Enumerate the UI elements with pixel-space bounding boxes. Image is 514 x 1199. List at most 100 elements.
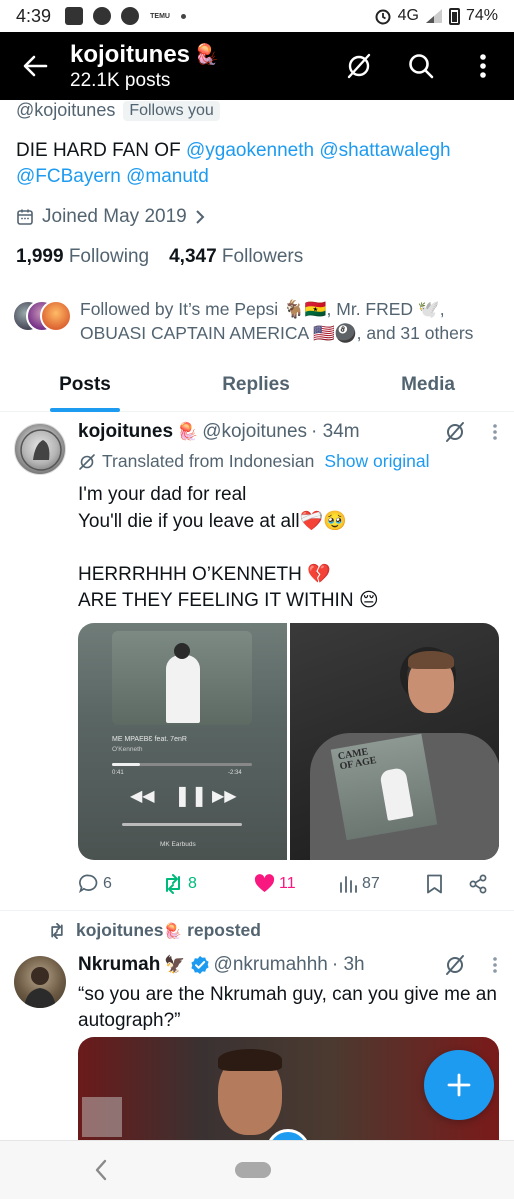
search-button[interactable] <box>390 32 452 100</box>
chevron-left-icon <box>95 1159 107 1181</box>
arrow-left-icon <box>23 55 48 77</box>
grok-icon[interactable] <box>444 954 466 976</box>
followers-link[interactable]: 4,347 Followers <box>169 246 303 268</box>
avatar <box>40 300 72 332</box>
followed-by-row[interactable]: Followed by It’s me Pepsi 🐐🇬🇭, Mr. FRED … <box>12 297 502 345</box>
verified-badge-icon <box>190 956 209 974</box>
header-name: kojoitunes <box>70 41 191 68</box>
track-artist: O'Kenneth <box>112 746 143 753</box>
header-posts-count: 22.1K posts <box>70 70 171 91</box>
views-chart-icon <box>340 875 357 893</box>
repost-count: 8 <box>188 874 197 892</box>
more-notifications-icon <box>181 13 187 19</box>
grok-icon[interactable] <box>444 421 466 443</box>
grok-icon <box>347 53 371 79</box>
repost-post-text: “so you are the Nkrumah guy, can you giv… <box>78 984 497 1031</box>
signal-icon <box>425 9 442 23</box>
profile-header: kojoitunes 🪼 22.1K posts <box>0 32 514 100</box>
temu-icon: TEMU <box>150 12 170 20</box>
gallery-icon <box>65 7 84 25</box>
earbuds-label: MK Earbuds <box>160 841 196 848</box>
post-author-name[interactable]: kojoitunes <box>78 421 173 443</box>
joined-date: Joined May 2019 <box>42 206 187 227</box>
system-home-pill[interactable] <box>235 1162 271 1178</box>
repost-button[interactable]: 8 <box>162 873 254 894</box>
chat-icon <box>121 7 140 25</box>
tab-posts[interactable]: Posts <box>0 360 170 412</box>
search-icon <box>409 54 434 79</box>
following-link[interactable]: 1,999 Following <box>16 246 149 268</box>
battery-level: 74% <box>465 7 498 24</box>
following-count: 1,999 <box>16 246 64 267</box>
pause-icon[interactable]: ❚❚ <box>174 783 208 808</box>
post-media[interactable]: ME MPAEBƐ feat. 7enR O'Kenneth 0:41 -2:3… <box>78 623 499 860</box>
repost-author-avatar[interactable] <box>14 956 66 1008</box>
grok-translate-icon <box>79 453 95 470</box>
followed-by-text: Followed by It’s me Pepsi 🐐🇬🇭, Mr. FRED … <box>80 299 474 343</box>
status-bar: 4:39 TEMU 4G 74% <box>0 0 514 32</box>
tab-replies[interactable]: Replies <box>170 360 342 411</box>
system-back-button[interactable] <box>86 1155 116 1185</box>
translated-label: Translated from Indonesian <box>102 451 315 471</box>
post-author-handle: @kojoitunes <box>202 421 308 442</box>
followers-count: 4,347 <box>169 246 217 267</box>
bio-mention[interactable]: @shattawalegh <box>319 140 450 161</box>
media-man-sleeping-image[interactable]: CAME OF AGE <box>290 623 499 860</box>
volume-slider[interactable] <box>122 823 242 826</box>
network-type: 4G <box>397 7 419 24</box>
post[interactable]: kojoitunes 🪼 @kojoitunes · 34m Translate… <box>0 413 514 911</box>
jersey-text-shape <box>82 1097 122 1137</box>
media-music-player-screenshot[interactable]: ME MPAEBƐ feat. 7enR O'Kenneth 0:41 -2:3… <box>78 623 287 860</box>
eagle-emoji-icon: 🦅 <box>164 955 186 974</box>
post-more-icon[interactable] <box>492 423 498 441</box>
bio-mention[interactable]: @ygaokenneth <box>186 140 314 161</box>
heart-filled-icon <box>254 874 275 892</box>
repost-label[interactable]: kojoitunes🪼 reposted <box>48 920 261 941</box>
rewind-icon[interactable]: ◀◀ <box>130 786 155 806</box>
reply-button[interactable]: 6 <box>78 873 162 894</box>
album-cover-text: CAME OF AGE <box>337 746 378 773</box>
bookmark-icon[interactable] <box>426 874 468 894</box>
views-count: 87 <box>362 874 380 892</box>
following-label: Following <box>68 246 150 267</box>
fast-forward-icon[interactable]: ▶▶ <box>212 786 237 806</box>
show-original-link[interactable]: Show original <box>324 451 429 472</box>
repost-small-icon <box>51 922 63 939</box>
grok-button[interactable] <box>328 32 390 100</box>
follow-counts: 1,999 Following 4,347 Followers <box>16 246 303 268</box>
profile-handle: @kojoitunes <box>16 100 116 120</box>
compose-post-button[interactable] <box>424 1050 494 1120</box>
repost-label-name: kojoitunes <box>76 920 164 940</box>
bio-mention[interactable]: @manutd <box>126 166 209 187</box>
more-vertical-icon <box>480 54 486 78</box>
share-icon[interactable] <box>468 874 488 894</box>
chevron-right-icon <box>196 210 205 224</box>
reply-count: 6 <box>103 874 112 892</box>
like-button[interactable]: 11 <box>254 874 338 893</box>
repost-icon <box>166 873 180 894</box>
battery-icon <box>448 7 460 25</box>
reply-icon <box>79 874 98 893</box>
elapsed-time: 0:41 <box>112 770 124 776</box>
joined-row[interactable]: Joined May 2019 <box>16 206 205 228</box>
progress-bar[interactable] <box>112 763 252 766</box>
repost-label-suffix: reposted <box>187 920 261 940</box>
tab-media[interactable]: Media <box>342 360 514 411</box>
like-count: 11 <box>279 874 296 892</box>
hair-shape <box>218 1049 282 1071</box>
post-more-icon[interactable] <box>492 956 498 974</box>
more-options-button[interactable] <box>452 32 514 100</box>
album-cover: CAME OF AGE <box>330 733 438 841</box>
views-button[interactable]: 87 <box>338 875 426 893</box>
bio-mention[interactable]: @FCBayern <box>16 166 121 187</box>
back-button[interactable] <box>0 32 70 100</box>
repost-author-handle: @nkrumahhh <box>213 954 328 975</box>
repost-author-name[interactable]: Nkrumah <box>78 954 160 976</box>
follows-you-badge: Follows you <box>123 100 220 121</box>
jellyfish-emoji-icon: 🪼 <box>194 44 219 66</box>
status-time: 4:39 <box>16 5 52 26</box>
hair-shape <box>408 651 454 669</box>
post-avatar[interactable] <box>14 423 66 475</box>
album-art <box>112 631 252 725</box>
alarm-icon <box>375 9 391 25</box>
